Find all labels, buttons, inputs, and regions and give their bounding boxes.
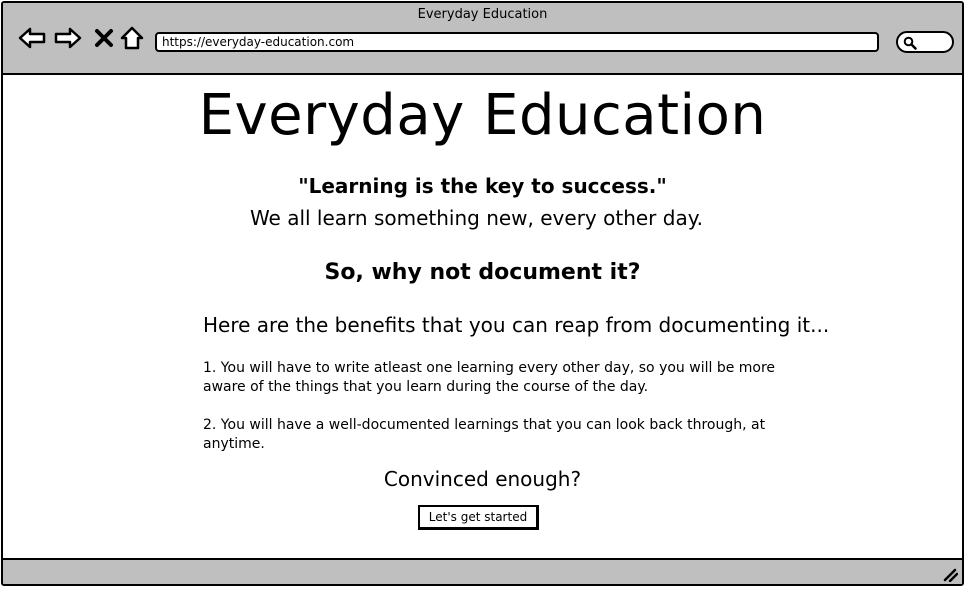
stop-button[interactable] (89, 23, 119, 53)
question-heading: So, why not document it? (324, 260, 641, 285)
browser-chrome: Everyday Education https://everyday-educ… (3, 3, 962, 75)
benefits-intro: Here are the benefits that you can reap … (203, 313, 830, 337)
close-icon (95, 29, 113, 47)
resize-grip-icon[interactable] (942, 566, 958, 582)
tagline-text: We all learn something new, every other … (249, 206, 704, 230)
address-bar-url: https://everyday-education.com (162, 35, 355, 49)
home-icon (120, 26, 144, 50)
forward-button[interactable] (53, 23, 83, 53)
forward-arrow-icon (54, 27, 82, 49)
search-field[interactable] (896, 31, 954, 53)
browser-window: Everyday Education https://everyday-educ… (1, 1, 964, 586)
page-content: Everyday Education "Learning is the key … (3, 75, 962, 561)
back-arrow-icon (18, 27, 46, 49)
home-button[interactable] (117, 23, 147, 53)
status-bar (3, 558, 962, 584)
site-title: Everyday Education (198, 83, 767, 148)
get-started-button[interactable]: Let's get started (418, 505, 539, 530)
back-button[interactable] (17, 23, 47, 53)
search-icon (903, 36, 917, 50)
address-bar[interactable]: https://everyday-education.com (155, 32, 879, 52)
quote-text: "Learning is the key to success." (298, 174, 667, 198)
benefit-item: 1. You will have to write atleast one le… (203, 360, 776, 395)
benefit-item: 2. You will have a well-documented learn… (203, 417, 766, 452)
window-title: Everyday Education (417, 7, 548, 22)
convinced-text: Convinced enough? (383, 467, 582, 491)
